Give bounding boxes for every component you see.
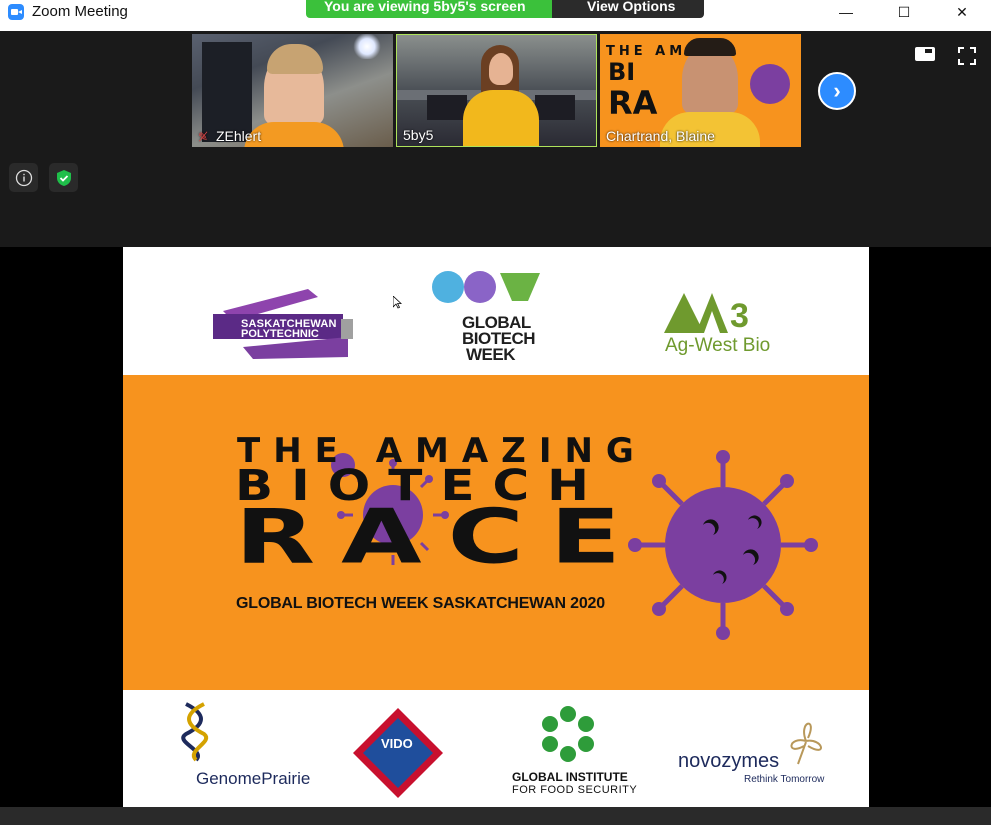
window-title: Zoom Meeting bbox=[32, 3, 128, 20]
genome-prairie-text: GenomePrairie bbox=[196, 769, 311, 788]
viewing-screen-label: You are viewing 5by5's screen bbox=[306, 0, 552, 18]
meeting-info-button[interactable] bbox=[9, 163, 38, 192]
sask-poly-line2: POLYTECHNIC bbox=[241, 328, 319, 340]
gifs-text-line2: FOR FOOD SECURITY bbox=[512, 784, 638, 796]
close-button[interactable]: ✕ bbox=[933, 0, 991, 24]
meeting-controls-bar bbox=[0, 807, 991, 825]
zoom-window: Zoom Meeting — ☐ ✕ You are viewing 5by5'… bbox=[0, 0, 991, 825]
genome-prairie-dna-icon bbox=[181, 702, 209, 762]
novozymes-leaf-icon bbox=[790, 722, 822, 765]
gifs-text-line1: GLOBAL INSTITUTE bbox=[512, 770, 628, 784]
participant-hair bbox=[684, 38, 736, 56]
shield-check-icon bbox=[56, 169, 71, 186]
ag-west-bio-logo: 3 bbox=[664, 293, 749, 333]
ag-west-bio-text: Ag-West Bio bbox=[665, 335, 771, 356]
background-slide-text: BI bbox=[608, 58, 636, 86]
background-slide-text: RA bbox=[608, 84, 658, 122]
info-icon bbox=[15, 169, 32, 186]
window-controls: — ☐ ✕ bbox=[817, 0, 991, 24]
view-options-label: View Options bbox=[587, 0, 676, 14]
presentation-slide: SASKATCHEWAN POLYTECHNIC GLOBAL BIOTECH … bbox=[123, 247, 869, 807]
virus-graphic bbox=[750, 64, 790, 104]
headline-subtitle: GLOBAL BIOTECH WEEK SASKATCHEWAN 2020 bbox=[236, 595, 605, 612]
maximize-button[interactable]: ☐ bbox=[875, 0, 933, 24]
vido-logo: VIDO bbox=[353, 708, 443, 798]
participant-name-label: ✎̸ ZEhlert bbox=[198, 128, 262, 144]
participant-name-label: 5by5 bbox=[403, 127, 434, 143]
participant-name-label: Chartrand, Blaine bbox=[606, 128, 715, 144]
mic-muted-icon: ✎̸ bbox=[198, 130, 209, 144]
monitor bbox=[427, 95, 467, 120]
vido-logo-text: VIDO bbox=[381, 736, 413, 751]
screen-share-banner: You are viewing 5by5's screen View Optio… bbox=[306, 0, 704, 18]
ceiling-light bbox=[352, 34, 382, 59]
chevron-right-icon: › bbox=[833, 78, 841, 103]
bookshelf bbox=[202, 42, 252, 142]
novozymes-tagline: Rethink Tomorrow bbox=[744, 774, 825, 785]
fullscreen-icon[interactable] bbox=[958, 47, 976, 65]
novozymes-text: novozymes bbox=[678, 750, 780, 772]
minimize-button[interactable]: — bbox=[817, 0, 875, 24]
participant-hair bbox=[267, 44, 323, 74]
slide-sponsor-logos: GenomePrairie VIDO GLOBAL INSTITUTE FOR … bbox=[123, 690, 869, 807]
monitor bbox=[535, 95, 575, 120]
next-page-button[interactable]: › bbox=[818, 72, 856, 110]
zoom-app-icon bbox=[8, 4, 24, 20]
speaker-view-icon[interactable] bbox=[915, 47, 935, 61]
headline-line3: RACE bbox=[235, 492, 647, 581]
slide-top-logos: SASKATCHEWAN POLYTECHNIC GLOBAL BIOTECH … bbox=[123, 247, 869, 375]
participant-face bbox=[489, 53, 513, 85]
shared-screen: SASKATCHEWAN POLYTECHNIC GLOBAL BIOTECH … bbox=[0, 247, 991, 807]
gifs-flower-logo bbox=[542, 706, 594, 762]
participant-shirt bbox=[463, 90, 539, 146]
video-strip: ✎̸ ZEhlert 5by5 THE AMA BI RA Chartrand,… bbox=[0, 31, 991, 247]
video-tile-active-speaker[interactable]: 5by5 bbox=[396, 34, 597, 147]
gbw-text-line3: WEEK bbox=[466, 345, 516, 364]
video-tile[interactable]: ✎̸ ZEhlert bbox=[192, 34, 393, 147]
slide-headline-band: THE AMAZING BIOTECH RACE GLOBAL BIOTECH … bbox=[123, 375, 869, 690]
global-biotech-week-logo bbox=[432, 271, 540, 303]
virus-graphic-large bbox=[628, 450, 818, 640]
mouse-cursor-icon bbox=[393, 296, 402, 309]
encryption-button[interactable] bbox=[49, 163, 78, 192]
svg-text:3: 3 bbox=[730, 297, 749, 333]
video-tile[interactable]: THE AMA BI RA Chartrand, Blaine bbox=[600, 34, 801, 147]
view-options-button[interactable]: View Options ⌄ bbox=[552, 0, 704, 18]
